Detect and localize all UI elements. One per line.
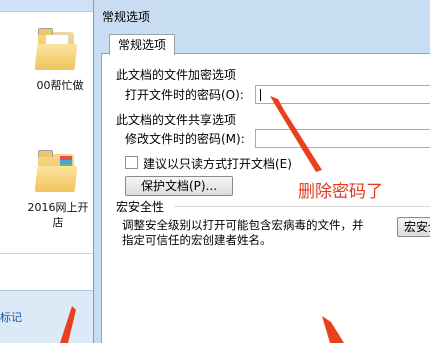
arrow-bottom-left bbox=[60, 306, 76, 343]
annotation-arrows bbox=[60, 96, 344, 343]
annotation-text: 删除密码了 bbox=[298, 182, 383, 202]
arrow-bottom-right bbox=[322, 316, 344, 343]
tab-general-options[interactable]: 常规选项 bbox=[109, 34, 175, 55]
arrow-to-password bbox=[270, 96, 322, 172]
